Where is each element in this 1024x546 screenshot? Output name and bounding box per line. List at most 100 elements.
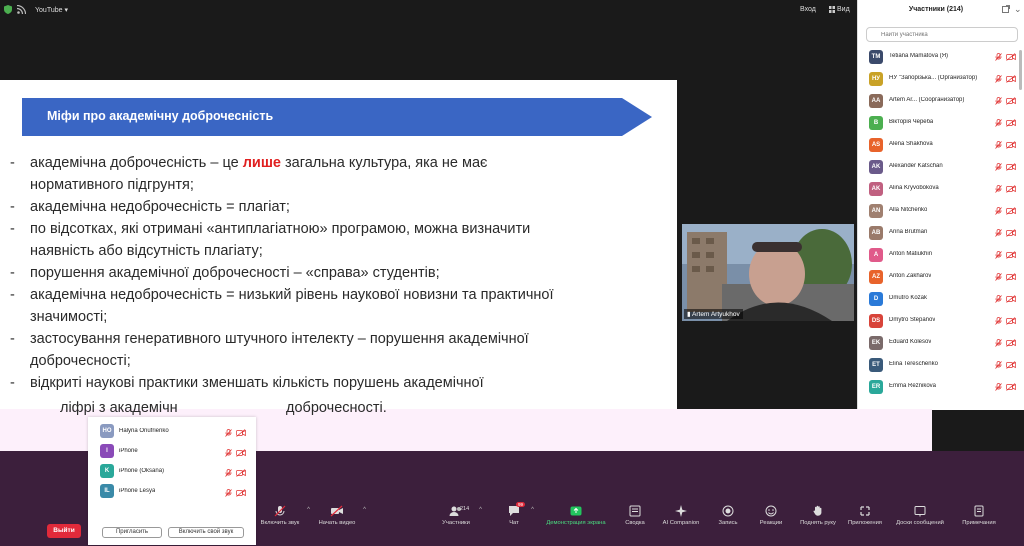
view-button[interactable]: Вид: [837, 6, 850, 13]
avatar: D: [869, 292, 883, 306]
video-off-icon[interactable]: [236, 489, 246, 497]
invite-button[interactable]: Пригласить: [102, 527, 162, 538]
video-off-icon[interactable]: [1006, 383, 1016, 391]
participant-row[interactable]: ER Emma Reznikova: [858, 376, 1024, 398]
video-off-icon[interactable]: [236, 469, 246, 477]
close-icon[interactable]: ⌄: [1014, 4, 1022, 15]
muted-mic-icon[interactable]: [995, 251, 1002, 259]
participant-search-input[interactable]: [866, 27, 1018, 42]
video-off-icon[interactable]: [1006, 361, 1016, 369]
signin-button[interactable]: Вход: [800, 6, 816, 13]
video-off-icon[interactable]: [1006, 75, 1016, 83]
popup-participant-row[interactable]: IiPhone: [88, 442, 256, 462]
popout-icon[interactable]: [1002, 5, 1010, 13]
chevron-up-icon[interactable]: ^: [479, 507, 482, 513]
video-off-icon[interactable]: [1006, 97, 1016, 105]
video-off-icon[interactable]: [1006, 119, 1016, 127]
speaker-video[interactable]: ▮ Artem Artyukhov: [682, 224, 854, 321]
participant-row[interactable]: ET Elina Tereschenko: [858, 354, 1024, 376]
audio-button[interactable]: Включить звук ^: [256, 505, 310, 535]
video-off-icon[interactable]: [1006, 339, 1016, 347]
muted-mic-icon[interactable]: [995, 339, 1002, 347]
avatar: DS: [869, 314, 883, 328]
muted-mic-icon[interactable]: [995, 53, 1002, 61]
muted-mic-icon[interactable]: [225, 489, 232, 497]
popup-participant-row[interactable]: KiPhone (Oksana): [88, 462, 256, 482]
participant-row[interactable]: AA Artem Ar... (Соорганизатор): [858, 90, 1024, 112]
ai-companion-button[interactable]: AI Companion: [658, 505, 704, 535]
participant-row[interactable]: AS Alena Shakhova: [858, 134, 1024, 156]
raise-hand-button[interactable]: Поднять руку: [796, 505, 840, 535]
muted-mic-icon[interactable]: [995, 141, 1002, 149]
whiteboards-button[interactable]: Доски сообщений: [892, 505, 948, 535]
participant-row[interactable]: TM Tetiana Mamatova (Я): [858, 46, 1024, 68]
participant-row[interactable]: AB Anna Brutman: [858, 222, 1024, 244]
muted-mic-icon[interactable]: [995, 361, 1002, 369]
video-off-icon[interactable]: [1006, 141, 1016, 149]
bullet-dash: -: [10, 199, 15, 215]
muted-mic-icon[interactable]: [225, 469, 232, 477]
video-off-icon[interactable]: [236, 449, 246, 457]
muted-mic-icon[interactable]: [995, 317, 1002, 325]
chevron-up-icon[interactable]: ^: [307, 507, 310, 513]
grid-icon: [829, 6, 835, 13]
muted-mic-icon[interactable]: [995, 185, 1002, 193]
participant-name: НУ "Запорізька... (Организатор): [889, 75, 978, 81]
muted-mic-icon[interactable]: [225, 429, 232, 437]
participant-row[interactable]: A Anton Matiukhin: [858, 244, 1024, 266]
muted-mic-icon[interactable]: [995, 97, 1002, 105]
share-screen-button[interactable]: Демонстрация экрана: [540, 505, 612, 535]
participants-button[interactable]: 214 Участники ^: [436, 505, 482, 535]
video-off-icon[interactable]: [1006, 229, 1016, 237]
muted-mic-icon[interactable]: [995, 229, 1002, 237]
muted-mic-icon[interactable]: [995, 383, 1002, 391]
summary-button[interactable]: Сводка: [620, 505, 650, 535]
participant-row[interactable]: D Dmutro Kozak: [858, 288, 1024, 310]
video-off-icon[interactable]: [1006, 295, 1016, 303]
video-off-icon[interactable]: [1006, 273, 1016, 281]
bullet-text: по відсотках, які отримані «антиплагіатн…: [30, 221, 531, 237]
bullet-dash: -: [10, 331, 15, 347]
participant-row[interactable]: AN Alla Nitchenko: [858, 200, 1024, 222]
reactions-label: Реакции: [759, 520, 783, 526]
muted-mic-icon[interactable]: [995, 119, 1002, 127]
video-off-icon[interactable]: [1006, 53, 1016, 61]
chat-badge: 99: [515, 502, 525, 507]
video-off-icon[interactable]: [1006, 185, 1016, 193]
video-button[interactable]: Начать видео ^: [314, 505, 366, 535]
participant-row[interactable]: AK Alina Kryvobokova: [858, 178, 1024, 200]
participant-name: Emma Reznikova: [889, 383, 937, 389]
video-off-icon[interactable]: [1006, 207, 1016, 215]
popup-participant-row[interactable]: IL iPhone Lesya: [88, 482, 256, 502]
record-button[interactable]: Запись: [714, 505, 742, 535]
muted-mic-icon[interactable]: [995, 75, 1002, 83]
video-off-icon[interactable]: [1006, 317, 1016, 325]
popup-participant-row[interactable]: HO Halyna Onufrienko: [88, 422, 256, 442]
participant-row[interactable]: EK Eduard Kolesov: [858, 332, 1024, 354]
app-menu[interactable]: YouTube ▾: [35, 6, 68, 14]
muted-mic-icon[interactable]: [995, 207, 1002, 215]
muted-mic-icon[interactable]: [995, 273, 1002, 281]
participant-row[interactable]: AK Alexander Katschan: [858, 156, 1024, 178]
notes-button[interactable]: Примечания: [958, 505, 1000, 535]
participant-row[interactable]: DS Dmytro Stepanov: [858, 310, 1024, 332]
avatar: ER: [869, 380, 883, 394]
video-off-icon[interactable]: [1006, 251, 1016, 259]
chat-button[interactable]: 99 Чат ^: [500, 502, 534, 535]
muted-mic-icon[interactable]: [995, 295, 1002, 303]
chevron-up-icon[interactable]: ^: [531, 507, 534, 513]
leave-button[interactable]: Выйти: [47, 524, 81, 538]
muted-mic-icon[interactable]: [225, 449, 232, 457]
chevron-up-icon[interactable]: ^: [363, 507, 366, 513]
apps-button[interactable]: Приложения: [844, 505, 886, 535]
muted-mic-icon[interactable]: [995, 163, 1002, 171]
participant-row[interactable]: B Вікторія Череба: [858, 112, 1024, 134]
top-bar: YouTube ▾ Вход Вид: [0, 0, 856, 20]
participant-row[interactable]: НУ НУ "Запорізька... (Организатор): [858, 68, 1024, 90]
video-off-icon[interactable]: [236, 429, 246, 437]
reactions-button[interactable]: Реакции: [756, 505, 786, 535]
unmute-self-button[interactable]: Включить свой звук: [168, 527, 244, 538]
video-off-icon[interactable]: [1006, 163, 1016, 171]
participant-list-scrollbar[interactable]: [1019, 50, 1022, 90]
participant-row[interactable]: AZ Anton Zakharov: [858, 266, 1024, 288]
